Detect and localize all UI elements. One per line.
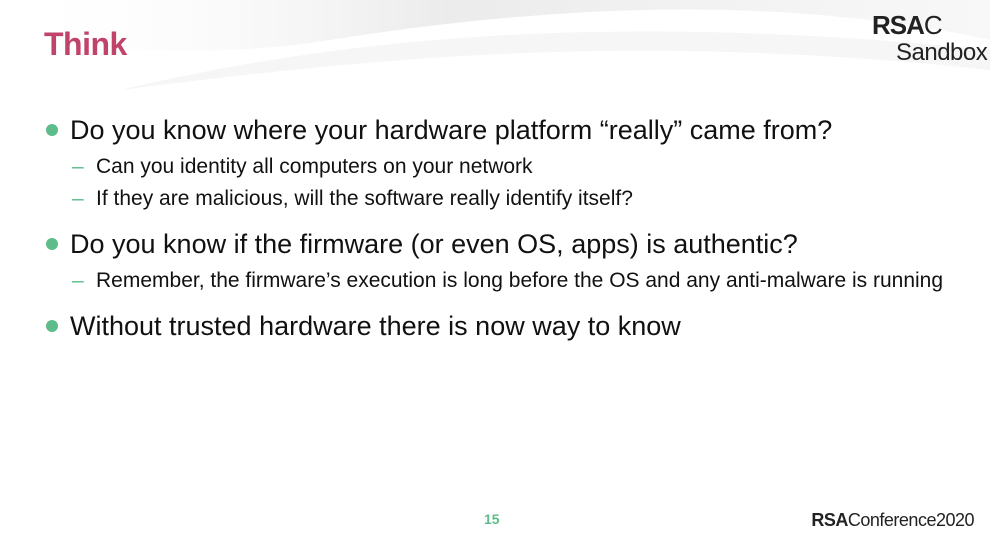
logo-sandbox-text: Sandbox (896, 39, 988, 66)
sub-item-text: If they are malicious, will the software… (96, 187, 633, 210)
sub-list: – Remember, the firmware’s execution is … (46, 266, 966, 296)
bullet-text: Do you know if the firmware (or even OS,… (70, 229, 798, 259)
sub-item: – Can you identity all computers on your… (72, 152, 966, 182)
bullet-dot-icon (46, 238, 58, 250)
bullet-list: Do you know where your hardware platform… (46, 110, 966, 346)
sub-item-text: Remember, the firmware’s execution is lo… (96, 269, 944, 292)
logo-brand-suffix: C (923, 10, 943, 40)
rsac-sandbox-logo: RSAC Sandbox (872, 12, 988, 70)
sub-item: – Remember, the firmware’s execution is … (72, 266, 966, 296)
logo-bottom-brand: RSA (811, 510, 848, 530)
dash-icon: – (72, 269, 84, 292)
dash-icon: – (72, 187, 84, 210)
bullet-text: Do you know where your hardware platform… (70, 115, 833, 145)
logo-brand: RSAC (872, 12, 984, 38)
bullet-item: Do you know where your hardware platform… (46, 110, 966, 150)
logo-bottom-conference: Conference2020 (847, 510, 975, 530)
page-number: 15 (484, 511, 500, 527)
bullet-item: Do you know if the firmware (or even OS,… (46, 224, 966, 264)
sub-list: – Can you identity all computers on your… (46, 152, 966, 214)
header-swoosh-decoration (0, 0, 990, 90)
bullet-item: Without trusted hardware there is now wa… (46, 306, 966, 346)
slide: Think RSAC Sandbox Do you know where you… (0, 0, 990, 538)
rsa-conference-logo: RSAConference2020 (811, 510, 974, 531)
sub-item: – If they are malicious, will the softwa… (72, 184, 966, 214)
bullet-dot-icon (46, 124, 58, 136)
dash-icon: – (72, 155, 84, 178)
bullet-text: Without trusted hardware there is now wa… (70, 311, 681, 341)
bullet-dot-icon (46, 320, 58, 332)
sub-item-text: Can you identity all computers on your n… (96, 155, 533, 178)
logo-brand-rsa: RSA (872, 10, 925, 40)
slide-title: Think (44, 26, 127, 62)
